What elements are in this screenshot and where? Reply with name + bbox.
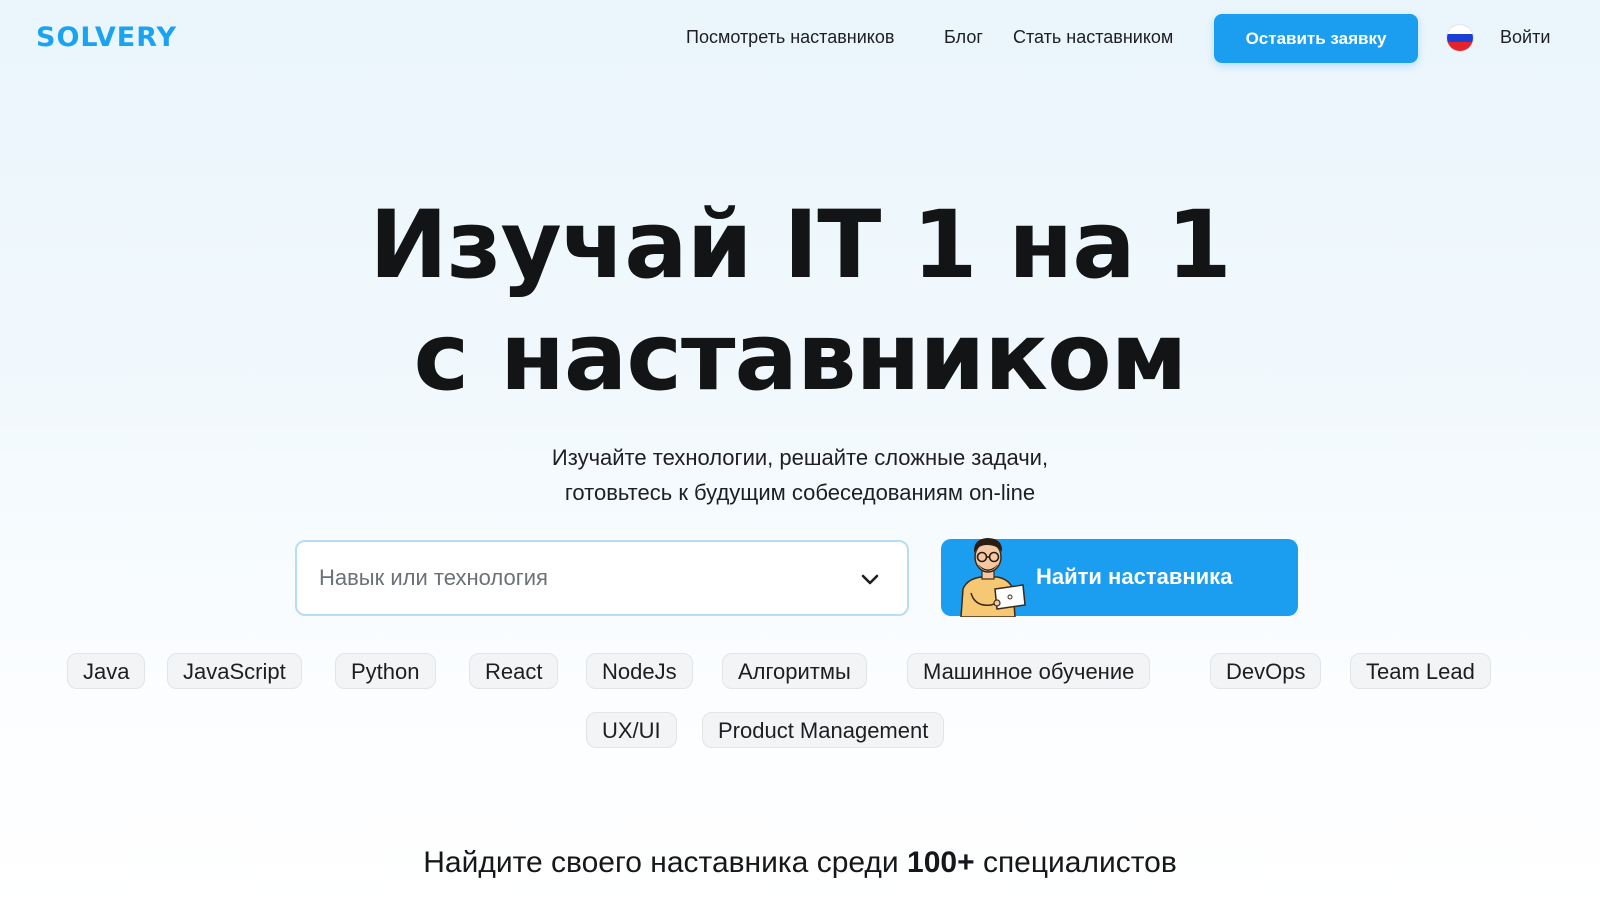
mentors-count-number: 100+ (907, 846, 975, 879)
submit-request-button[interactable]: Оставить заявку (1214, 14, 1418, 63)
mentors-count-suffix: специалистов (982, 846, 1177, 879)
tag-devops[interactable]: DevOps (1210, 653, 1322, 689)
nav-link-blog[interactable]: Блог (944, 27, 983, 48)
logo[interactable]: SOLVERY (36, 22, 177, 53)
tag-python[interactable]: Python (335, 653, 436, 689)
mentors-count-prefix: Найдите своего наставника среди (423, 846, 899, 879)
tag-team-lead[interactable]: Team Lead (1350, 653, 1491, 689)
skill-search-select[interactable]: Навык или технология (295, 540, 909, 616)
tag-algorithms[interactable]: Алгоритмы (722, 653, 867, 689)
mentors-count-heading: Найдите своего наставника среди 100+ спе… (0, 846, 1600, 880)
search-placeholder: Навык или технология (319, 565, 548, 590)
russia-flag-icon[interactable] (1446, 24, 1474, 52)
hero-subtitle-line-1: Изучайте технологии, решайте сложные зад… (551, 445, 1049, 470)
tag-nodejs[interactable]: NodeJs (586, 653, 693, 689)
login-link[interactable]: Войти (1500, 27, 1550, 48)
nav-link-become-mentor[interactable]: Стать наставником (1013, 27, 1173, 48)
hero-title-line-2: с наставником (413, 303, 1188, 412)
tag-java[interactable]: Java (67, 653, 146, 689)
chevron-down-icon[interactable] (857, 566, 883, 592)
tag-react[interactable]: React (469, 653, 559, 689)
hero-title: Изучай IT 1 на 1 с наставником (0, 190, 1600, 414)
site-header: SOLVERY Посмотреть наставников Блог Стат… (0, 0, 1600, 80)
tag-machine-learning[interactable]: Машинное обучение (907, 653, 1151, 689)
tag-javascript[interactable]: JavaScript (167, 653, 302, 689)
tag-ux-ui[interactable]: UX/UI (586, 712, 677, 748)
find-mentor-label: Найти наставника (1036, 564, 1233, 589)
mentor-mascot-icon (960, 538, 1026, 617)
hero-subtitle-line-2: готовьтесь к будущим собеседованиям on-l… (564, 480, 1036, 505)
hero-title-line-1: Изучай IT 1 на 1 (369, 191, 1232, 300)
nav-link-mentors[interactable]: Посмотреть наставников (686, 27, 894, 48)
tag-product-management[interactable]: Product Management (702, 712, 945, 748)
hero-subtitle: Изучайте технологии, решайте сложные зад… (0, 440, 1600, 510)
find-mentor-button[interactable]: Найти наставника (941, 538, 1298, 617)
